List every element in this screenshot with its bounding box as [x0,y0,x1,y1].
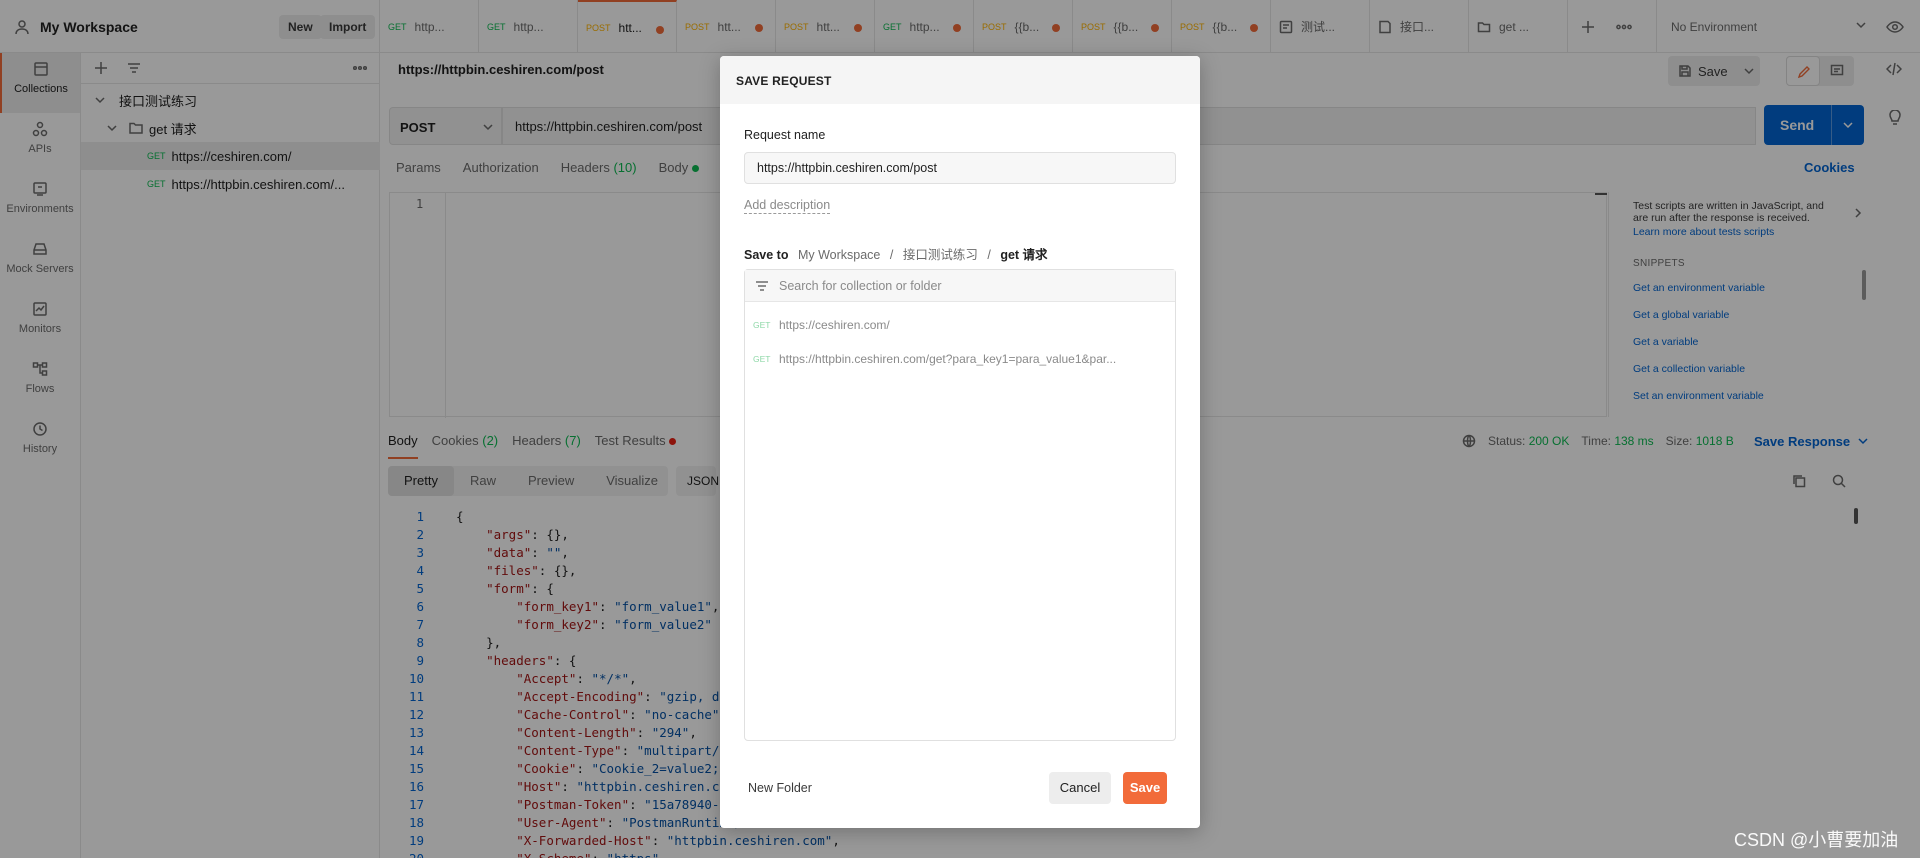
collection-search-input[interactable] [779,278,1159,293]
new-folder-button[interactable]: New Folder [748,781,812,795]
request-name-input[interactable] [744,152,1176,184]
breadcrumb-separator: / [987,248,991,262]
list-item[interactable]: GET https://httpbin.ceshiren.com/get?par… [753,344,1173,374]
method-badge: GET [753,320,771,330]
breadcrumb-current: get 请求 [1000,248,1048,262]
cancel-button[interactable]: Cancel [1049,772,1111,804]
request-name: https://httpbin.ceshiren.com/get?para_ke… [779,352,1117,366]
breadcrumb-item[interactable]: 接口测试练习 [903,248,978,262]
dialog-title: SAVE REQUEST [720,56,1200,104]
request-name: https://ceshiren.com/ [779,318,890,332]
collection-browser: GET https://ceshiren.com/ GET https://ht… [744,269,1176,741]
save-to-label: Save to [744,248,789,262]
request-name-label: Request name [744,128,826,142]
save-to-breadcrumb: Save to My Workspace / 接口测试练习 / get 请求 [744,244,1048,263]
watermark: CSDN @小曹要加油 [1734,830,1899,850]
breadcrumb-item[interactable]: My Workspace [798,248,880,262]
save-request-dialog: SAVE REQUEST Request name Add descriptio… [720,56,1200,828]
method-badge: GET [753,354,771,364]
filter-icon [756,280,768,291]
collection-search [745,270,1175,302]
add-description-link[interactable]: Add description [744,198,831,214]
list-item[interactable]: GET https://ceshiren.com/ [753,310,1173,340]
breadcrumb-separator: / [889,248,894,262]
save-button[interactable]: Save [1123,772,1167,804]
